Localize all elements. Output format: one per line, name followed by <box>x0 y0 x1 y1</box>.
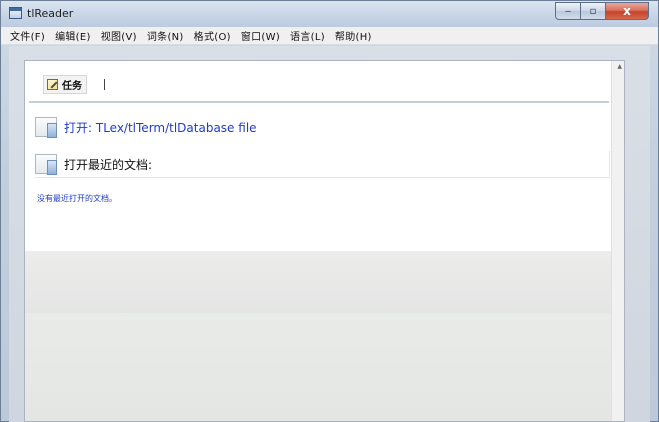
open-file-row[interactable]: 打开: TLex/tlTerm/tlDatabase file <box>35 114 575 140</box>
menu-language[interactable]: 语言(L) <box>285 28 330 43</box>
tab-separator <box>104 79 105 90</box>
menu-edit[interactable]: 编辑(E) <box>50 28 96 43</box>
document-icon <box>35 115 59 139</box>
window-title: tlReader <box>27 7 74 20</box>
maximize-icon: ▫ <box>589 5 597 17</box>
maximize-button[interactable]: ▫ <box>581 2 606 20</box>
menu-view[interactable]: 视图(V) <box>96 28 142 43</box>
open-file-link[interactable]: 打开: TLex/tlTerm/tlDatabase file <box>64 119 257 136</box>
close-button[interactable]: x <box>606 2 649 20</box>
menu-file[interactable]: 文件(F) <box>5 28 50 43</box>
recent-documents-header: 打开最近的文档: <box>35 151 610 178</box>
app-window-icon[interactable] <box>9 7 22 19</box>
panel-lower-area <box>25 313 624 421</box>
tab-tasks-label: 任务 <box>62 81 82 92</box>
menu-bar: 文件(F) 编辑(E) 视图(V) 词条(N) 格式(O) 窗口(W) 语言(L… <box>1 27 658 45</box>
document-icon <box>35 152 59 176</box>
app-window: tlReader ‒ ▫ x 文件(F) 编辑(E) 视图(V) 词条(N) 格… <box>0 0 659 422</box>
panel-empty-area <box>25 251 624 313</box>
title-bar[interactable]: tlReader ‒ ▫ x <box>1 1 658 27</box>
edit-icon <box>47 79 58 90</box>
menu-help[interactable]: 帮助(H) <box>330 28 377 43</box>
menu-entry[interactable]: 词条(N) <box>142 28 189 43</box>
recent-documents-title: 打开最近的文档: <box>64 157 153 172</box>
client-area: ▲ 任务 打开: TLex/tlTerm/tlDatabase file 打开最… <box>9 46 650 422</box>
vertical-scrollbar[interactable]: ▲ <box>611 61 624 421</box>
menu-format[interactable]: 格式(O) <box>189 28 236 43</box>
scroll-up-icon[interactable]: ▲ <box>617 63 622 70</box>
start-page-panel: ▲ 任务 打开: TLex/tlTerm/tlDatabase file 打开最… <box>24 60 625 422</box>
tab-tasks[interactable]: 任务 <box>43 75 87 94</box>
close-icon: x <box>623 4 631 18</box>
window-controls: ‒ ▫ x <box>555 2 649 20</box>
minimize-button[interactable]: ‒ <box>555 2 581 20</box>
minimize-icon: ‒ <box>564 5 572 17</box>
no-recent-documents-text: 没有最近打开的文档。 <box>37 194 117 203</box>
tab-strip: 任务 <box>29 67 609 103</box>
menu-window[interactable]: 窗口(W) <box>236 28 285 43</box>
